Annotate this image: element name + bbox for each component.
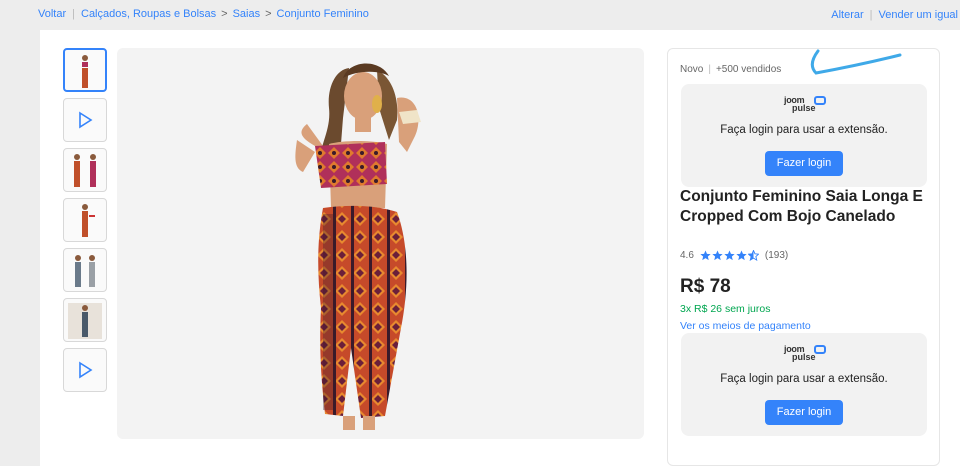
thumbnail-photo-4[interactable]	[63, 248, 107, 292]
breadcrumb-current[interactable]: Conjunto Feminino	[277, 8, 369, 20]
product-card: Novo | +500 vendidos joom pulse Faça login…	[40, 30, 960, 466]
top-actions: Alterar | Vender um igual	[831, 9, 958, 21]
thumbnail-video-1[interactable]	[63, 98, 107, 142]
logo-word-2: pulse	[792, 103, 816, 113]
condition-label: Novo	[680, 64, 704, 75]
alter-link[interactable]: Alterar	[831, 9, 863, 21]
model-photo	[295, 63, 421, 430]
star-icon	[736, 250, 747, 261]
back-link[interactable]: Voltar	[38, 8, 66, 20]
thumbnail-photo-5[interactable]	[63, 298, 107, 342]
play-icon	[79, 111, 93, 129]
separator: |	[72, 8, 75, 20]
chevron-right-icon: >	[221, 8, 228, 20]
login-button[interactable]: Fazer login	[765, 400, 843, 425]
extension-message: Faça login para usar a extensão.	[720, 124, 888, 136]
model-thumbnail-icon	[82, 204, 95, 237]
model-thumbnail-icon	[74, 154, 96, 187]
thumbnail-video-2[interactable]	[63, 348, 107, 392]
extension-panel: joom pulse Faça login para usar a extens…	[681, 84, 927, 187]
annotation-scribble	[810, 49, 902, 75]
separator: |	[708, 64, 711, 75]
breadcrumb: Voltar | Calçados, Roupas e Bolsas > Saias > C…	[38, 8, 369, 20]
rating-row[interactable]: 4.6 (193)	[680, 250, 788, 261]
thumbnail-list	[63, 48, 107, 398]
installments: 3x R$ 26 sem juros	[680, 303, 771, 315]
thumbnail-photo-3[interactable]	[63, 198, 107, 242]
thumbnail-photo-1[interactable]	[63, 48, 107, 92]
login-button[interactable]: Fazer login	[765, 151, 843, 176]
extension-panel: joom pulse Faça login para usar a extens…	[681, 333, 927, 436]
logo-word-2: pulse	[792, 352, 816, 362]
play-icon	[79, 361, 93, 379]
model-thumbnail-icon	[75, 255, 95, 287]
star-icon	[700, 250, 711, 261]
main-product-image[interactable]	[117, 48, 644, 439]
separator: |	[869, 9, 873, 21]
star-rating	[700, 250, 760, 261]
joom-pulse-logo: joom pulse	[782, 343, 826, 365]
logo-mark-icon	[814, 345, 826, 354]
top-bar: Voltar | Calçados, Roupas e Bolsas > Saias > C…	[0, 0, 960, 30]
payment-methods-link[interactable]: Ver os meios de pagamento	[680, 320, 811, 332]
joom-pulse-logo: joom pulse	[782, 94, 826, 116]
rating-value: 4.6	[680, 250, 694, 261]
purchase-panel: Novo | +500 vendidos joom pulse Faça login…	[667, 48, 940, 466]
star-half-icon	[747, 250, 759, 261]
sell-similar-link[interactable]: Vender um igual	[879, 9, 959, 21]
logo-mark-icon	[814, 96, 826, 105]
condition-line: Novo | +500 vendidos	[680, 64, 781, 75]
model-thumbnail-icon	[68, 303, 102, 339]
price: R$ 78	[680, 276, 731, 297]
sold-count: +500 vendidos	[715, 64, 782, 75]
chevron-right-icon: >	[265, 8, 272, 20]
breadcrumb-category[interactable]: Calçados, Roupas e Bolsas	[81, 8, 216, 20]
product-title: Conjunto Feminino Saia Longa E Cropped C…	[680, 188, 923, 225]
extension-message: Faça login para usar a extensão.	[720, 373, 888, 385]
star-icon	[712, 250, 723, 261]
model-thumbnail-icon	[82, 55, 88, 88]
thumbnail-photo-2[interactable]	[63, 148, 107, 192]
star-icon	[724, 250, 735, 261]
review-count: (193)	[764, 250, 789, 261]
breadcrumb-subcategory[interactable]: Saias	[233, 8, 261, 20]
